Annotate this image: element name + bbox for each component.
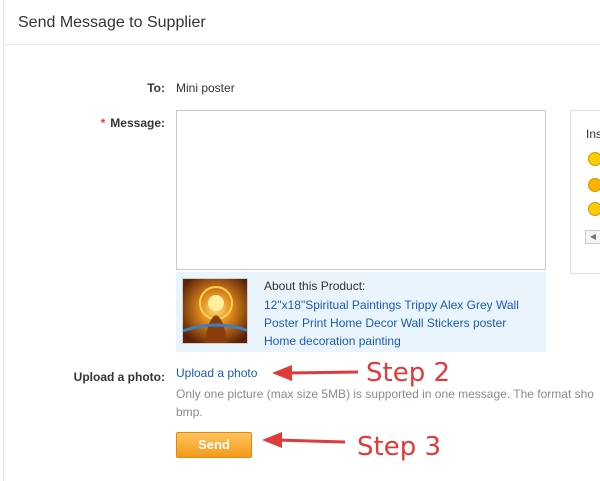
send-message-dialog: Send Message to Supplier To: Mini poster… bbox=[0, 0, 600, 481]
step3-annotation: Step 3 bbox=[357, 432, 442, 462]
step2-annotation: Step 2 bbox=[366, 358, 451, 388]
annotation-arrows bbox=[262, 365, 359, 448]
step2-arrow-icon bbox=[272, 365, 359, 381]
step3-arrow-icon bbox=[262, 432, 346, 448]
